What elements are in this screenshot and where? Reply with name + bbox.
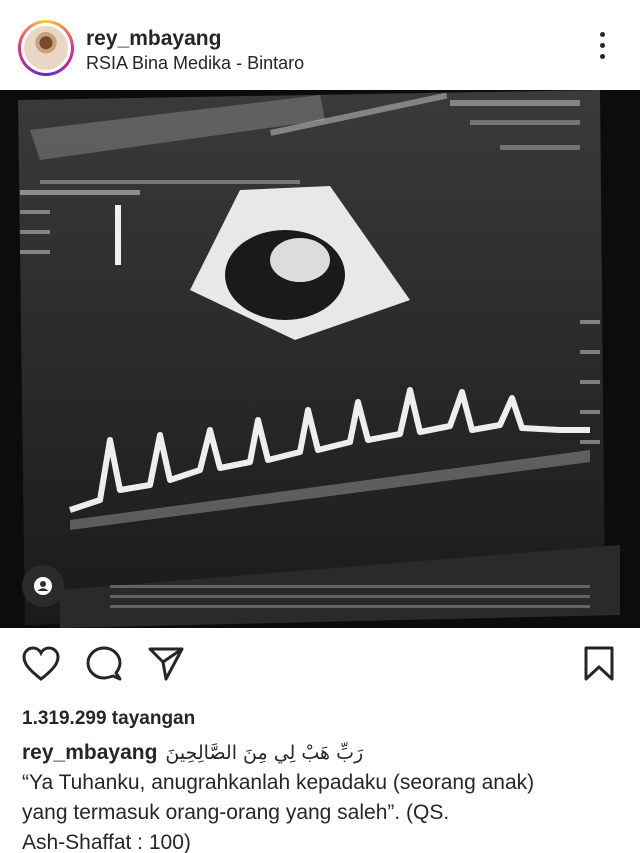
user-tag-icon[interactable] <box>22 565 64 607</box>
caption-line: “Ya Tuhanku, anugrahkanlah kepadaku (seo… <box>22 771 535 794</box>
bookmark-icon[interactable] <box>584 646 614 682</box>
avatar-image <box>21 23 71 73</box>
caption-arabic-text: رَبِّ هَبْ لِي مِنَ الصَّالِحِينَ <box>165 742 364 764</box>
heart-icon[interactable] <box>22 646 60 682</box>
action-bar <box>0 640 640 696</box>
post-username[interactable]: rey_mbayang <box>86 27 221 51</box>
post-header: rey_mbayang RSIA Bina Medika - Bintaro <box>0 0 640 90</box>
post-media[interactable] <box>0 90 640 628</box>
avatar[interactable] <box>18 20 74 76</box>
send-icon[interactable] <box>148 646 184 682</box>
post-location[interactable]: RSIA Bina Medika - Bintaro <box>86 53 304 74</box>
post-caption: rey_mbayang رَبِّ هَبْ لِي مِنَ الصَّالِح… <box>22 738 622 853</box>
caption-line: yang termasuk orang-orang yang saleh”. (… <box>22 801 450 824</box>
caption-line: Ash-Shaffat : 100) <box>22 831 191 853</box>
caption-username[interactable]: rey_mbayang <box>22 741 157 764</box>
comment-icon[interactable] <box>86 646 122 682</box>
ultrasound-photo <box>0 90 640 628</box>
view-count[interactable]: 1.319.299 tayangan <box>22 708 195 730</box>
more-options-icon[interactable] <box>592 32 612 66</box>
